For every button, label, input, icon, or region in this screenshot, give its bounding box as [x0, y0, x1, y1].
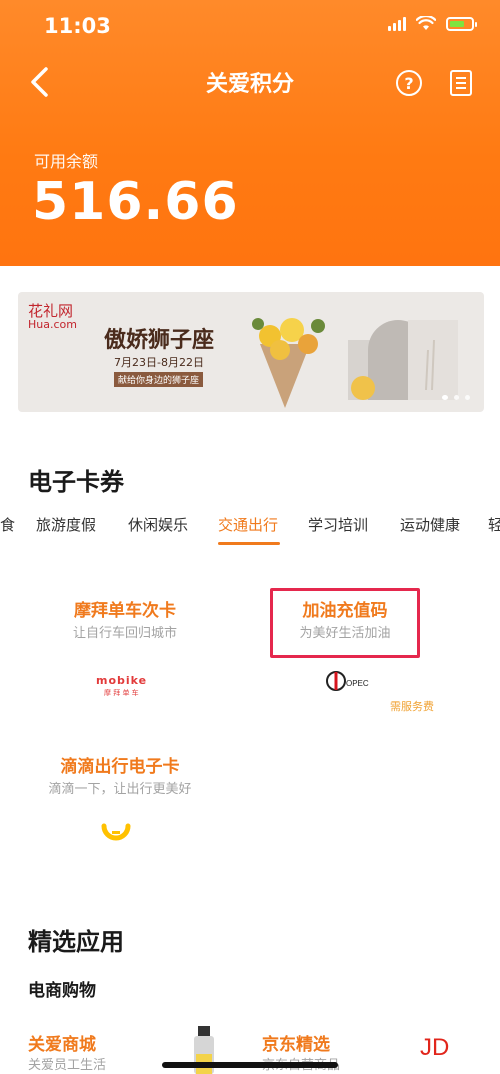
banner-pagination [442, 395, 470, 400]
banner-decor [348, 320, 458, 400]
tab-leisure[interactable]: 休闲娱乐 [128, 514, 188, 535]
banner-title: 傲娇狮子座 [104, 328, 215, 353]
mobike-card-subtitle: 让自行车回归城市 [72, 626, 177, 641]
banner-date: 7月23日-8月22日 [114, 356, 204, 369]
banner-logo-en: Hua.com [28, 318, 77, 331]
promo-banner[interactable]: 花礼网 Hua.com 傲娇狮子座 7月23日-8月22日 献给你身边的狮子座 [18, 292, 484, 412]
tab-light[interactable]: 轻 [488, 514, 500, 535]
care-mall-title[interactable]: 关爱商城 [28, 1030, 96, 1055]
tab-underline [218, 542, 280, 545]
home-indicator[interactable] [162, 1062, 338, 1068]
svg-text:OPEC: OPEC [346, 679, 369, 688]
battery-icon [446, 16, 477, 31]
page-title: 关爱积分 [205, 72, 294, 97]
balance-value: 516.66 [32, 172, 239, 232]
mobike-logo: mobike [96, 674, 148, 687]
header: 11:03 关爱积分 ? 可用余额 516.66 [0, 0, 500, 266]
category-tabs: 食 旅游度假 休闲娱乐 交通出行 学习培训 运动健康 轻 [0, 514, 500, 544]
wifi-icon [416, 16, 436, 30]
status-time: 11:03 [44, 14, 111, 38]
tab-food[interactable]: 食 [0, 514, 15, 535]
coupons-title: 电子卡券 [28, 468, 124, 496]
didi-card-title[interactable]: 滴滴出行电子卡 [30, 752, 210, 777]
tab-travel[interactable]: 旅游度假 [36, 514, 96, 535]
status-icons [388, 16, 477, 31]
highlight-box [270, 588, 420, 658]
record-icon[interactable] [450, 70, 472, 96]
jd-logo: JD [420, 1034, 450, 1061]
didi-logo [101, 823, 131, 841]
banner-subtitle: 献给你身边的狮子座 [114, 372, 204, 387]
jd-select-title[interactable]: 京东精选 [262, 1030, 330, 1055]
mobike-card-title[interactable]: 摩拜单车次卡 [40, 596, 210, 621]
apps-title: 精选应用 [28, 928, 124, 956]
mobike-logo-sub: 摩 拜 单 车 [104, 689, 139, 697]
tab-transport[interactable]: 交通出行 [218, 514, 278, 535]
signal-icon [388, 16, 406, 31]
didi-card-subtitle: 滴滴一下，让出行更美好 [48, 782, 192, 797]
care-mall-subtitle: 关爱员工生活 [28, 1058, 107, 1073]
sinopec-logo: OPEC [326, 671, 369, 691]
apps-category: 电商购物 [28, 981, 96, 1001]
tab-study[interactable]: 学习培训 [308, 514, 368, 535]
help-icon[interactable]: ? [396, 70, 422, 96]
tab-sports[interactable]: 运动健康 [400, 514, 460, 535]
fee-tag: 需服务费 [390, 700, 434, 713]
balance-label: 可用余额 [34, 152, 99, 171]
